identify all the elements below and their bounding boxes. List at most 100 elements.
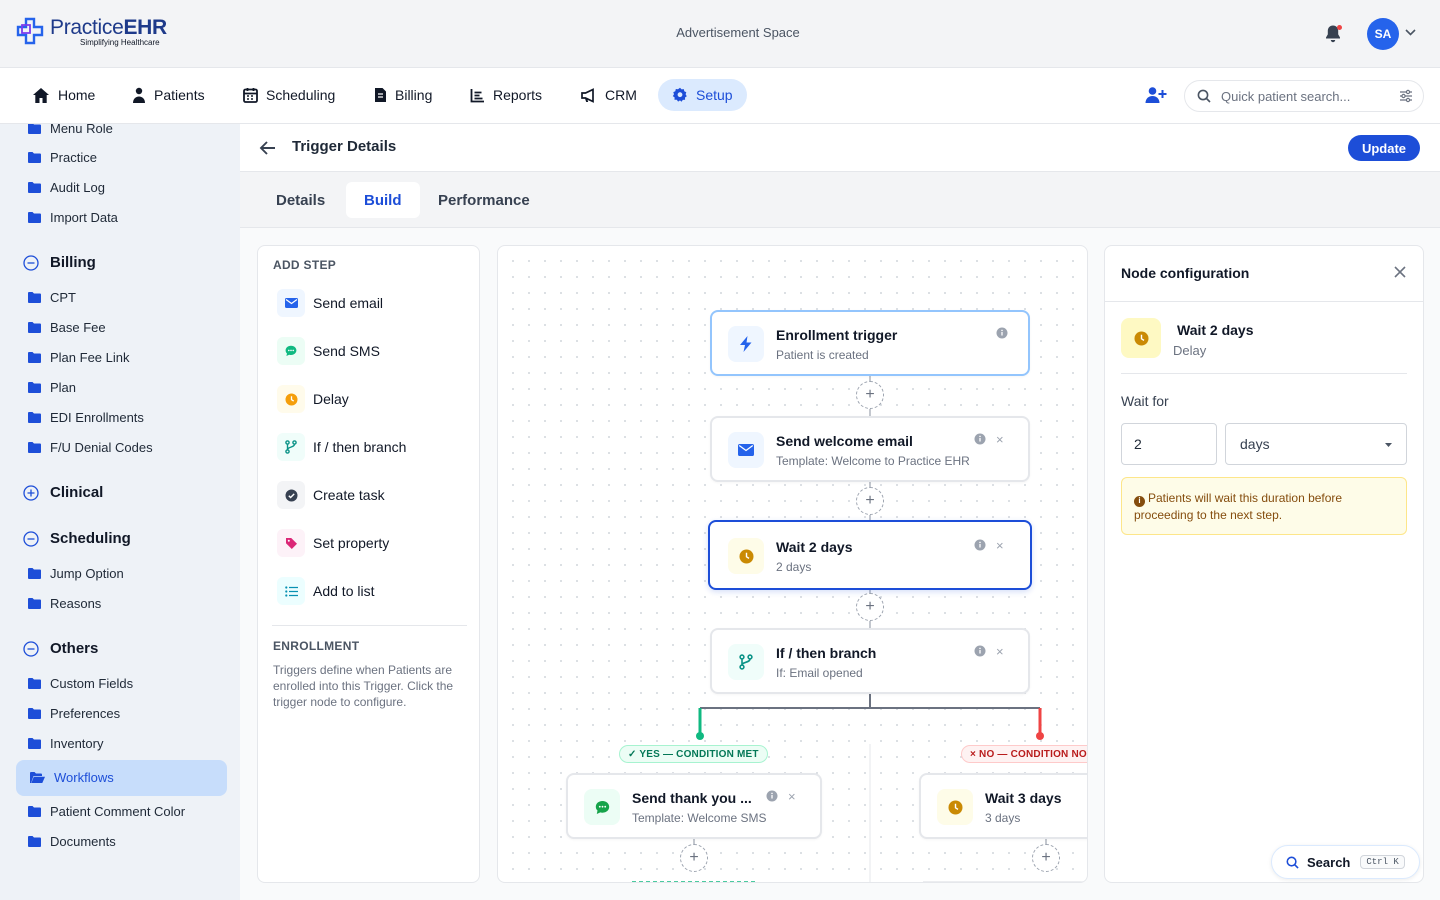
wait-unit-select[interactable]: days xyxy=(1225,423,1407,465)
add-step-set-property[interactable]: Set property xyxy=(277,529,389,557)
nav-reports[interactable]: Reports xyxy=(456,79,556,111)
workflow-node-if-then-branch[interactable]: If / then branch If: Email opened × xyxy=(710,628,1030,694)
sidebar-item-custom-fields[interactable]: Custom Fields xyxy=(28,673,133,693)
notification-dot xyxy=(1337,25,1342,30)
sidebar-item-import-data[interactable]: Import Data xyxy=(28,207,118,227)
sidebar-item-reasons[interactable]: Reasons xyxy=(28,593,101,613)
add-step-create-task[interactable]: Create task xyxy=(277,481,385,509)
tab-details[interactable]: Details xyxy=(258,182,343,218)
workflow-canvas[interactable]: Enrollment trigger Patient is created + … xyxy=(497,245,1088,883)
info-icon[interactable] xyxy=(996,327,1008,339)
sidebar-item-inventory[interactable]: Inventory xyxy=(28,733,103,753)
add-step-add-to-list[interactable]: Add to list xyxy=(277,577,374,605)
info-icon[interactable] xyxy=(974,539,986,551)
wait-duration-input[interactable] xyxy=(1121,423,1217,465)
add-step-delay[interactable]: Delay xyxy=(277,385,349,413)
sidebar-item-practice[interactable]: Practice xyxy=(28,147,97,167)
sidebar-item-plan[interactable]: Plan xyxy=(28,377,76,397)
collapse-circle-icon xyxy=(23,530,39,547)
info-icon[interactable] xyxy=(974,433,986,445)
nav-setup[interactable]: Setup xyxy=(658,79,747,111)
back-arrow-icon[interactable] xyxy=(259,140,276,156)
global-search-button[interactable]: Search Ctrl K xyxy=(1271,845,1420,879)
nav-billing[interactable]: Billing xyxy=(360,79,446,111)
sidebar-item-audit-log[interactable]: Audit Log xyxy=(28,177,105,197)
sidebar-item-workflows[interactable]: Workflows xyxy=(30,767,114,787)
sidebar-item-fu-denial-codes[interactable]: F/U Denial Codes xyxy=(28,437,153,457)
sidebar-item-label: Menu Role xyxy=(50,124,113,136)
nav-scheduling-label: Scheduling xyxy=(266,87,336,103)
workflow-node-wait-3-days[interactable]: Wait 3 days 3 days xyxy=(919,773,1087,839)
sidebar-group-clinical[interactable]: Clinical xyxy=(23,484,103,501)
sidebar-item-cpt[interactable]: CPT xyxy=(28,287,76,307)
content-header xyxy=(240,124,1440,172)
tab-performance[interactable]: Performance xyxy=(420,182,548,218)
quick-search-input[interactable] xyxy=(1221,88,1391,104)
sidebar-item-label: Plan xyxy=(50,379,77,395)
nav-home[interactable]: Home xyxy=(18,79,109,111)
add-step-plus-button[interactable]: + xyxy=(1032,844,1060,872)
update-button[interactable]: Update xyxy=(1348,135,1420,161)
folder-icon xyxy=(28,411,41,423)
remove-node-icon[interactable]: × xyxy=(788,789,796,804)
sidebar-group-scheduling[interactable]: Scheduling xyxy=(23,530,131,547)
sidebar-item-plan-fee-link[interactable]: Plan Fee Link xyxy=(28,347,130,367)
step-label: Send email xyxy=(313,295,384,311)
sidebar-item-menu-role[interactable]: Menu Role xyxy=(28,124,113,138)
add-step-if-then-branch[interactable]: If / then branch xyxy=(277,433,406,461)
folder-icon xyxy=(28,567,41,579)
home-icon xyxy=(33,87,49,103)
folder-icon xyxy=(28,381,41,393)
panel-divider xyxy=(272,625,467,626)
sidebar-item-patient-comment-color[interactable]: Patient Comment Color xyxy=(28,801,185,821)
add-step-plus-button[interactable]: + xyxy=(680,844,708,872)
sidebar-item-edi-enrollments[interactable]: EDI Enrollments xyxy=(28,407,144,427)
nav-crm-label: CRM xyxy=(605,87,637,103)
expand-circle-icon xyxy=(23,484,39,501)
nav-crm[interactable]: CRM xyxy=(567,79,651,111)
filter-sliders-icon[interactable] xyxy=(1399,89,1413,103)
wait-for-label: Wait for xyxy=(1121,393,1169,409)
nav-scheduling[interactable]: Scheduling xyxy=(229,79,349,111)
node-title: Send thank you ... xyxy=(632,790,752,806)
add-step-plus-button[interactable]: + xyxy=(856,487,884,515)
add-step-plus-button[interactable]: + xyxy=(856,593,884,621)
quick-patient-search[interactable] xyxy=(1184,80,1424,112)
sidebar-item-preferences[interactable]: Preferences xyxy=(28,703,120,723)
folder-icon xyxy=(28,181,41,193)
info-icon[interactable] xyxy=(974,645,986,657)
envelope-icon xyxy=(728,432,764,468)
sidebar-group-others[interactable]: Others xyxy=(23,640,98,657)
add-patient-icon[interactable] xyxy=(1145,86,1167,104)
nav-patients[interactable]: Patients xyxy=(118,79,219,111)
sidebar-group-label: Others xyxy=(50,640,99,657)
workflow-node-wait-2-days[interactable]: Wait 2 days 2 days × xyxy=(708,520,1032,590)
sidebar-group-billing[interactable]: Billing xyxy=(23,254,96,271)
add-step-send-email[interactable]: Send email xyxy=(277,289,383,317)
step-label: Send SMS xyxy=(313,343,380,359)
workflow-node-send-welcome-email[interactable]: Send welcome email Template: Welcome to … xyxy=(710,416,1030,482)
close-icon[interactable] xyxy=(1394,266,1406,278)
chat-bubble-icon xyxy=(277,337,305,365)
sidebar-item-documents[interactable]: Documents xyxy=(28,831,116,851)
config-divider xyxy=(1121,373,1407,374)
remove-node-icon[interactable]: × xyxy=(996,538,1004,553)
add-step-plus-button[interactable]: + xyxy=(856,381,884,409)
branch-icon xyxy=(277,433,305,461)
tab-build[interactable]: Build xyxy=(346,182,420,218)
gear-icon xyxy=(672,87,687,102)
add-step-send-sms[interactable]: Send SMS xyxy=(277,337,380,365)
nav-setup-label: Setup xyxy=(696,87,733,103)
remove-node-icon[interactable]: × xyxy=(996,644,1004,659)
node-subtitle: If: Email opened xyxy=(776,666,863,680)
workflow-node-enrollment-trigger[interactable]: Enrollment trigger Patient is created xyxy=(710,310,1030,376)
info-icon[interactable] xyxy=(766,790,778,802)
user-avatar[interactable]: SA xyxy=(1367,18,1399,50)
chevron-down-icon[interactable] xyxy=(1405,29,1416,36)
sidebar-item-base-fee[interactable]: Base Fee xyxy=(28,317,106,337)
workflow-node-send-thank-you[interactable]: Send thank you ... Template: Welcome SMS… xyxy=(566,773,822,839)
remove-node-icon[interactable]: × xyxy=(996,432,1004,447)
sidebar-item-jump-option[interactable]: Jump Option xyxy=(28,563,124,583)
tag-icon xyxy=(277,529,305,557)
config-info-note: i Patients will wait this duration before… xyxy=(1121,477,1407,535)
